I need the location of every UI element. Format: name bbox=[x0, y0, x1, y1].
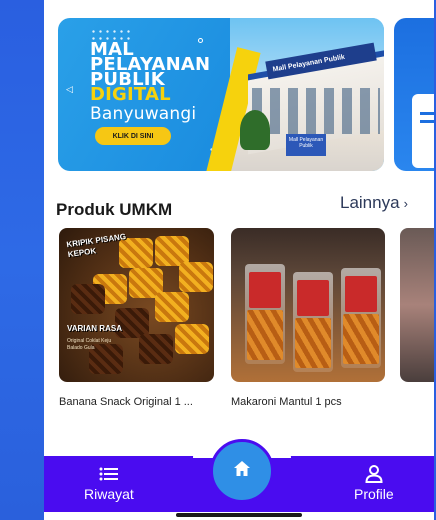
nav-profile[interactable]: Profile bbox=[354, 464, 394, 502]
see-more-link[interactable]: Lainnya › bbox=[340, 193, 408, 213]
banner-building-photo: Mall Pelayanan Publik Mall Pelayanan Pub… bbox=[203, 18, 384, 171]
list-icon bbox=[99, 464, 119, 484]
snack-bag bbox=[293, 272, 333, 372]
banner-title-line: DIGITAL bbox=[90, 84, 171, 105]
chevron-right-icon: › bbox=[403, 195, 408, 211]
image-label: VARIAN RASA bbox=[67, 324, 122, 333]
chip-decoration bbox=[139, 334, 173, 364]
promo-banner-mpp[interactable]: ◁ MAL PELAYANAN PUBLIK DIGITAL Banyuwang… bbox=[58, 18, 384, 171]
tree bbox=[240, 110, 270, 150]
see-more-label: Lainnya bbox=[340, 193, 400, 212]
nav-riwayat[interactable]: Riwayat bbox=[84, 464, 134, 502]
nav-label: Riwayat bbox=[84, 486, 134, 502]
triangle-decoration: ◁ bbox=[66, 84, 73, 94]
user-icon bbox=[364, 464, 384, 484]
product-card[interactable] bbox=[400, 228, 434, 396]
chip-decoration bbox=[175, 324, 209, 354]
product-card[interactable]: Makaroni Mantul 1 pcs bbox=[231, 228, 385, 408]
entrance-sign: Mall Pelayanan Publik bbox=[286, 134, 326, 156]
snack-bag bbox=[341, 268, 381, 368]
home-button[interactable] bbox=[210, 439, 274, 503]
chip-decoration bbox=[155, 292, 189, 322]
section-title: Produk UMKM bbox=[56, 200, 173, 219]
app-screen: ◁ MAL PELAYANAN PUBLIK DIGITAL Banyuwang… bbox=[44, 0, 434, 520]
product-image: KRIPIK PISANG KEPOK VARIAN RASA Original… bbox=[59, 228, 214, 382]
banner-cta-button[interactable]: KLIK DI SINI bbox=[95, 127, 171, 145]
product-name: Banana Snack Original 1 ... bbox=[59, 396, 193, 408]
snack-bag bbox=[245, 264, 285, 364]
product-image bbox=[400, 228, 434, 382]
product-card[interactable]: KRIPIK PISANG KEPOK VARIAN RASA Original… bbox=[59, 228, 214, 408]
chip-decoration bbox=[71, 284, 105, 314]
background-left bbox=[0, 0, 44, 520]
image-label: Original Coklat Keju Balado Gula bbox=[67, 338, 112, 351]
home-indicator bbox=[176, 513, 302, 517]
banner-card bbox=[412, 94, 434, 168]
chip-decoration bbox=[179, 262, 213, 292]
building-windows bbox=[252, 88, 380, 134]
nav-label: Profile bbox=[354, 486, 394, 502]
product-image bbox=[231, 228, 385, 382]
promo-banner-next[interactable] bbox=[394, 18, 434, 171]
product-name: Makaroni Mantul 1 pcs bbox=[231, 396, 342, 408]
home-icon bbox=[232, 459, 252, 484]
banner-title-line: Banyuwangi bbox=[90, 104, 197, 124]
banner-title: MAL PELAYANAN PUBLIK DIGITAL Banyuwangi bbox=[90, 41, 210, 126]
